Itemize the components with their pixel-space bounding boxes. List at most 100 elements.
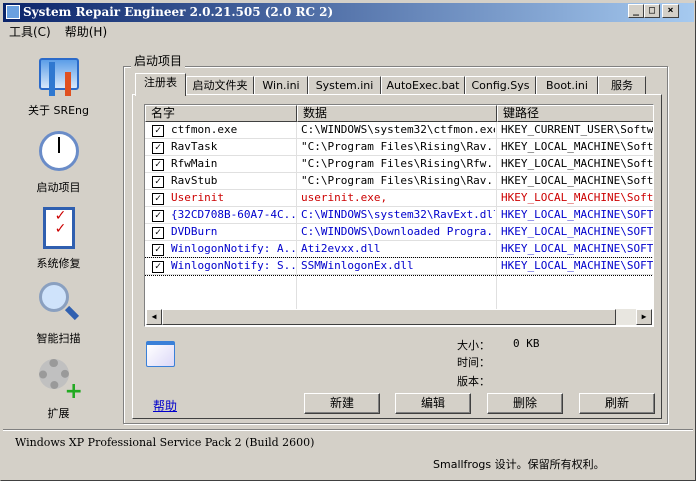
row-name: RfwMain	[171, 157, 218, 170]
table-row[interactable]: ✓ Userinit userinit.exe, HKEY_LOCAL_MACH…	[145, 190, 654, 207]
sidebar-item-scan[interactable]: 智能扫描	[11, 282, 106, 346]
row-name: ctfmon.exe	[171, 123, 238, 136]
startup-list[interactable]: 名字 数据 键路径 ✓ ctfmon.exe C:\WINDOWS\system…	[144, 104, 654, 327]
version-label: 版本：	[457, 375, 490, 388]
table-row[interactable]: ✓ RfwMain "C:\Program Files\Rising\Rfw..…	[145, 156, 654, 173]
table-row[interactable]: ✓ ctfmon.exe C:\WINDOWS\system32\ctfmon.…	[145, 122, 654, 139]
row-name: RavTask	[171, 140, 218, 153]
sidebar-label: 关于 SREng	[27, 104, 90, 117]
row-key: HKEY_LOCAL_MACHINE\SOFTWA	[501, 259, 654, 272]
row-checkbox[interactable]: ✓	[152, 193, 164, 205]
delete-button[interactable]: 删除	[487, 393, 563, 414]
title-bar: System Repair Engineer 2.0.21.505 (2.0 R…	[3, 3, 694, 22]
row-data: "C:\Program Files\Rising\Rav...	[301, 140, 495, 153]
column-header-data[interactable]: 数据	[297, 105, 497, 122]
os-version-text: Windows XP Professional Service Pack 2 (…	[15, 436, 315, 449]
column-header-key[interactable]: 键路径	[497, 105, 653, 122]
help-link[interactable]: 帮助	[153, 397, 177, 414]
row-checkbox[interactable]: ✓	[152, 159, 164, 171]
row-checkbox[interactable]: ✓	[152, 142, 164, 154]
tab-registry[interactable]: 注册表	[135, 73, 186, 96]
row-name: Userinit	[171, 191, 224, 204]
row-name: RavStub	[171, 174, 218, 187]
tab-autoexec-bat[interactable]: AutoExec.bat	[381, 76, 465, 95]
sidebar-item-extensions[interactable]: + 扩展	[11, 357, 106, 421]
row-data: C:\WINDOWS\system32\RavExt.dll	[301, 208, 495, 221]
tab-win-ini[interactable]: Win.ini	[254, 76, 308, 95]
column-header-name[interactable]: 名字	[145, 105, 297, 122]
row-name: {32CD708B-60A7-4C...	[171, 208, 295, 221]
row-key: HKEY_LOCAL_MACHINE\SOFTWA	[501, 242, 654, 255]
horizontal-scrollbar[interactable]: ◀ ▶	[146, 309, 652, 325]
menu-bar: 工具(C) 帮助(H)	[3, 23, 107, 41]
row-key: HKEY_CURRENT_USER\Softwar	[501, 123, 654, 136]
row-name: WinlogonNotify: S...	[171, 259, 295, 272]
scroll-right-button[interactable]: ▶	[636, 309, 652, 325]
row-checkbox[interactable]: ✓	[152, 125, 164, 137]
maximize-button[interactable]: □	[644, 4, 660, 18]
row-name: WinlogonNotify: A...	[171, 242, 295, 255]
row-data: "C:\Program Files\Rising\Rfw...	[301, 157, 495, 170]
row-data: userinit.exe,	[301, 191, 388, 204]
close-button[interactable]: ×	[662, 4, 679, 18]
sidebar-label: 扩展	[47, 407, 70, 420]
sidebar-label: 智能扫描	[36, 332, 81, 345]
scroll-thumb[interactable]	[162, 309, 616, 325]
file-icon	[146, 341, 175, 367]
sidebar-label: 系统修复	[36, 257, 81, 270]
row-key: HKEY_LOCAL_MACHINE\SOFTWA	[501, 208, 654, 221]
tab-config-sys[interactable]: Config.Sys	[465, 76, 536, 95]
table-row[interactable]: ✓ DVDBurn C:\WINDOWS\Downloaded Progra..…	[145, 224, 654, 241]
row-data: Ati2evxx.dll	[301, 242, 381, 255]
row-data: "C:\Program Files\Rising\Rav...	[301, 174, 495, 187]
tab-services[interactable]: 服务	[598, 76, 646, 95]
row-data: SSMWinlogonEx.dll	[301, 259, 414, 272]
tab-startup-folder[interactable]: 启动文件夹	[186, 76, 254, 95]
menu-help[interactable]: 帮助(H)	[65, 23, 107, 41]
size-label: 大小：	[457, 339, 490, 352]
row-key: HKEY_LOCAL_MACHINE\Softwa	[501, 157, 654, 170]
row-checkbox[interactable]: ✓	[152, 227, 164, 239]
row-key: HKEY_LOCAL_MACHINE\Softwa	[501, 140, 654, 153]
clock-icon	[37, 131, 81, 175]
window-title: System Repair Engineer 2.0.21.505 (2.0 R…	[23, 5, 334, 19]
sidebar-item-about[interactable]: 关于 SREng	[11, 54, 106, 118]
size-value: 0 KB	[513, 337, 540, 350]
row-checkbox[interactable]: ✓	[152, 210, 164, 222]
refresh-button[interactable]: 刷新	[579, 393, 655, 414]
row-key: HKEY_LOCAL_MACHINE\Softwa	[501, 191, 654, 204]
row-data: C:\WINDOWS\system32\ctfmon.exe	[301, 123, 495, 136]
table-row[interactable]: ✓ RavStub "C:\Program Files\Rising\Rav..…	[145, 173, 654, 190]
row-key: HKEY_LOCAL_MACHINE\Softwa	[501, 174, 654, 187]
row-data: C:\WINDOWS\Downloaded Progra...	[301, 225, 495, 238]
table-row[interactable]: ✓ WinlogonNotify: S... SSMWinlogonEx.dll…	[145, 257, 654, 276]
app-icon	[6, 5, 20, 19]
gear-plus-icon: +	[37, 357, 83, 403]
tools-icon	[37, 54, 81, 98]
table-row[interactable]: ✓ {32CD708B-60A7-4C... C:\WINDOWS\system…	[145, 207, 654, 224]
checklist-icon: ✓ ✓	[37, 207, 81, 251]
credit-text: Smallfrogs 设计。保留所有权利。	[433, 458, 605, 471]
magnifier-icon	[37, 282, 81, 326]
menu-tools[interactable]: 工具(C)	[9, 23, 51, 41]
sidebar-item-startup[interactable]: 启动项目	[11, 131, 106, 195]
row-checkbox[interactable]: ✓	[152, 176, 164, 188]
time-label: 时间：	[457, 356, 490, 369]
sidebar-label: 启动项目	[36, 181, 81, 194]
status-divider	[3, 429, 693, 430]
main-window: System Repair Engineer 2.0.21.505 (2.0 R…	[0, 0, 696, 481]
row-key: HKEY_LOCAL_MACHINE\SOFTWA	[501, 225, 654, 238]
edit-button[interactable]: 编辑	[395, 393, 471, 414]
tab-system-ini[interactable]: System.ini	[308, 76, 381, 95]
row-checkbox[interactable]: ✓	[152, 261, 164, 273]
table-row[interactable]: ✓ WinlogonNotify: A... Ati2evxx.dll HKEY…	[145, 241, 654, 258]
row-checkbox[interactable]: ✓	[152, 244, 164, 256]
scroll-left-button[interactable]: ◀	[146, 309, 162, 325]
sidebar-item-repair[interactable]: ✓ ✓ 系统修复	[11, 207, 106, 271]
minimize-button[interactable]: _	[628, 4, 644, 18]
row-name: DVDBurn	[171, 225, 218, 238]
new-button[interactable]: 新建	[304, 393, 380, 414]
table-row[interactable]: ✓ RavTask "C:\Program Files\Rising\Rav..…	[145, 139, 654, 156]
tab-boot-ini[interactable]: Boot.ini	[536, 76, 598, 95]
group-title: 启动项目	[131, 52, 186, 69]
